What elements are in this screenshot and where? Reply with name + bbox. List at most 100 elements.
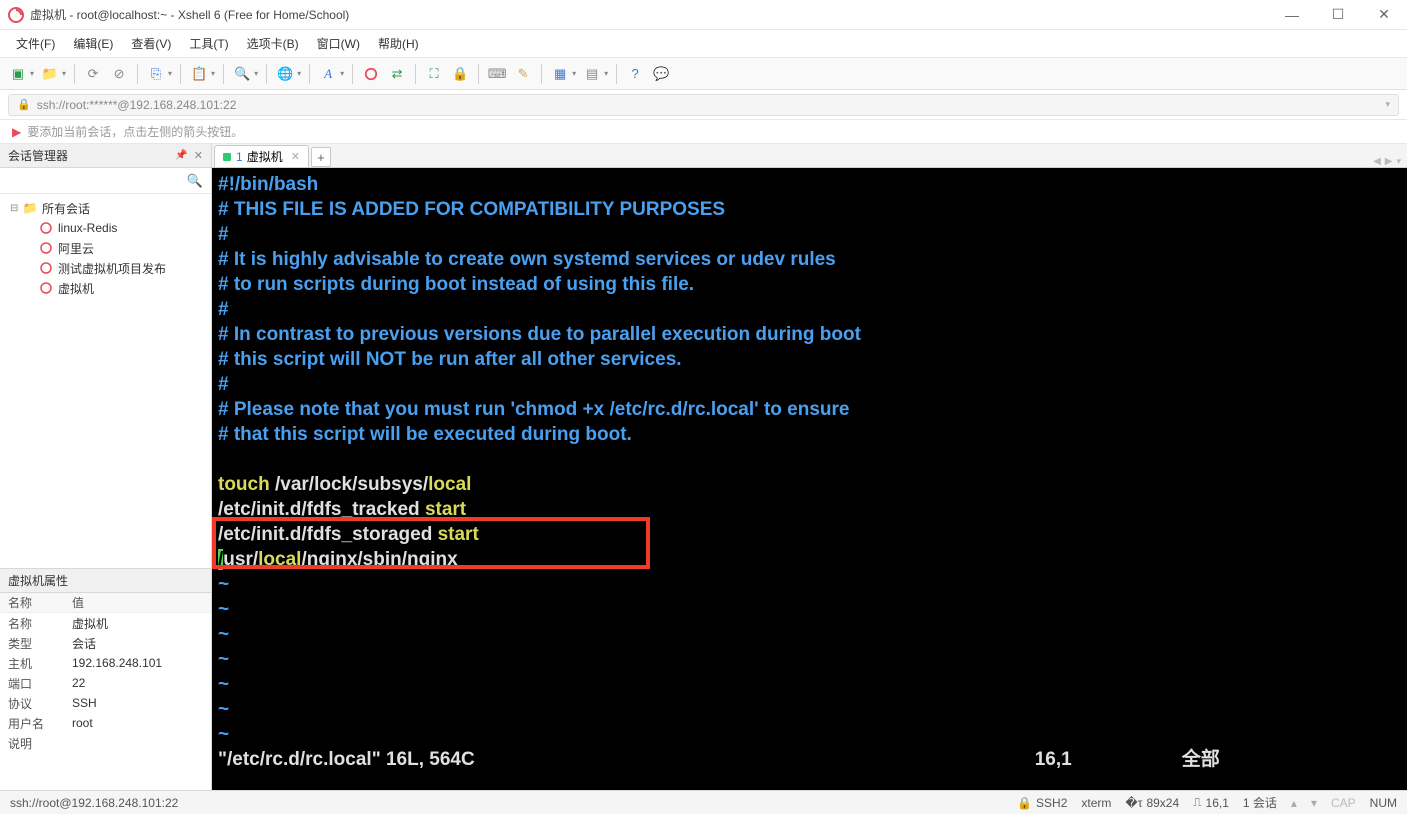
props-panel-title: 虚拟机属性 (8, 572, 68, 589)
tab-prev-icon[interactable]: ◀ (1373, 156, 1381, 167)
session-icon (38, 242, 54, 254)
help-icon[interactable]: ? (625, 64, 645, 84)
term-line: /etc/init.d/fdfs_tracked start (218, 497, 1401, 522)
status-size: �τ89x24 (1125, 796, 1179, 810)
tree-root-label: 所有会话 (42, 200, 90, 217)
term-line: /etc/init.d/fdfs_storaged start (218, 522, 1401, 547)
address-dropdown-icon[interactable]: ▾ (1385, 99, 1390, 110)
session-item[interactable]: linux-Redis (0, 218, 211, 238)
tab-close-icon[interactable]: ✕ (291, 150, 300, 163)
term-line (218, 447, 1401, 472)
reconnect-icon[interactable]: ⟳ (83, 64, 103, 84)
xftp-icon[interactable]: ⇄ (387, 64, 407, 84)
lock-icon[interactable]: 🔒 (450, 64, 470, 84)
term-line: # In contrast to previous versions due t… (218, 322, 1401, 347)
disconnect-icon[interactable]: ⊘ (109, 64, 129, 84)
new-tab-button[interactable]: + (311, 147, 331, 167)
statusbar: ssh://root@192.168.248.101:22 🔒SSH2 xter… (0, 790, 1407, 814)
tab-session[interactable]: 1 虚拟机 ✕ (214, 145, 309, 167)
term-line: touch /var/lock/subsys/local (218, 472, 1401, 497)
search-icon: 🔍 (187, 173, 203, 189)
menu-tab[interactable]: 选项卡(B) (247, 35, 299, 52)
pin-icon[interactable]: 📌 (175, 150, 187, 161)
term-tilde: ~ (218, 722, 1401, 747)
paste-icon[interactable]: 📋 (189, 64, 209, 84)
copy-icon[interactable]: ⎘ (146, 64, 166, 84)
highlight-icon[interactable]: ✎ (513, 64, 533, 84)
term-tilde: ~ (218, 622, 1401, 647)
open-folder-icon[interactable]: 📁 (40, 64, 60, 84)
main-area: 1 虚拟机 ✕ + ◀ ▶ ▾ #!/bin/bash # THIS FILE … (212, 144, 1407, 790)
menu-file[interactable]: 文件(F) (16, 35, 55, 52)
panel-close-icon[interactable]: ✕ (194, 149, 203, 162)
address-text: ssh://root:******@192.168.248.101:22 (37, 98, 237, 112)
session-item[interactable]: 测试虚拟机项目发布 (0, 258, 211, 278)
term-line: #!/bin/bash (218, 172, 1401, 197)
connected-dot-icon (223, 153, 231, 161)
term-line: # (218, 297, 1401, 322)
tile-icon[interactable]: ▦ (550, 64, 570, 84)
term-line: # this script will NOT be run after all … (218, 347, 1401, 372)
minimize-button[interactable]: — (1269, 0, 1315, 30)
term-line: /usr/local/nginx/sbin/nginx (218, 547, 1401, 572)
close-button[interactable]: ✕ (1361, 0, 1407, 30)
find-icon[interactable]: 🔍 (232, 64, 252, 84)
feedback-icon[interactable]: 💬 (651, 64, 671, 84)
session-icon (38, 222, 54, 234)
terminal[interactable]: #!/bin/bash # THIS FILE IS ADDED FOR COM… (212, 168, 1407, 790)
keyboard-icon[interactable]: ⌨ (487, 64, 507, 84)
status-term: xterm (1081, 796, 1111, 810)
menubar: 文件(F) 编辑(E) 查看(V) 工具(T) 选项卡(B) 窗口(W) 帮助(… (0, 30, 1407, 58)
props-row: 端口22 (0, 673, 211, 693)
status-num: NUM (1370, 796, 1397, 810)
menu-help[interactable]: 帮助(H) (378, 35, 419, 52)
term-tilde: ~ (218, 647, 1401, 672)
tree-root[interactable]: ⊟ 📁 所有会话 (0, 198, 211, 218)
status-cap: CAP (1331, 796, 1356, 810)
address-input[interactable]: 🔒 ssh://root:******@192.168.248.101:22 ▾ (8, 94, 1399, 116)
status-down-icon[interactable]: ▾ (1311, 796, 1317, 810)
tab-next-icon[interactable]: ▶ (1385, 156, 1393, 167)
props-header-value: 值 (72, 594, 211, 611)
cascade-icon[interactable]: ▤ (582, 64, 602, 84)
menu-window[interactable]: 窗口(W) (317, 35, 360, 52)
folder-icon: 📁 (22, 201, 38, 215)
session-item[interactable]: 虚拟机 (0, 278, 211, 298)
props-header-row: 名称 值 (0, 593, 211, 613)
menu-view[interactable]: 查看(V) (131, 35, 171, 52)
term-line: # (218, 222, 1401, 247)
session-label: 阿里云 (58, 240, 94, 257)
props-panel-header: 虚拟机属性 (0, 569, 211, 593)
xshell-icon[interactable] (361, 64, 381, 84)
props-row: 说明 (0, 733, 211, 753)
pos-icon: ⎍ (1193, 795, 1201, 810)
font-icon[interactable]: A (318, 64, 338, 84)
lock-icon: 🔒 (1017, 796, 1032, 810)
session-label: 虚拟机 (58, 280, 94, 297)
props-table: 名称 值 名称虚拟机 类型会话 主机192.168.248.101 端口22 协… (0, 593, 211, 790)
titlebar: 虚拟机 - root@localhost:~ - Xshell 6 (Free … (0, 0, 1407, 30)
session-label: linux-Redis (58, 221, 117, 235)
menu-tools[interactable]: 工具(T) (189, 35, 228, 52)
term-line: # (218, 372, 1401, 397)
size-icon: �τ (1125, 796, 1142, 810)
props-row: 协议SSH (0, 693, 211, 713)
term-status-line: "/etc/rc.d/rc.local" 16L, 564C16,1全部 (218, 747, 1401, 772)
tab-label: 虚拟机 (247, 148, 283, 165)
status-up-icon[interactable]: ▴ (1291, 796, 1297, 810)
tree-collapse-icon[interactable]: ⊟ (10, 203, 22, 214)
session-search[interactable]: 🔍 (0, 168, 211, 194)
session-icon (38, 282, 54, 294)
tab-menu-icon[interactable]: ▾ (1396, 156, 1401, 167)
new-session-icon[interactable]: ▣ (8, 64, 28, 84)
tab-number: 1 (236, 150, 243, 164)
menu-edit[interactable]: 编辑(E) (73, 35, 113, 52)
sidebar: 会话管理器 📌 ✕ 🔍 ⊟ 📁 所有会话 linux-Redis 阿里云 (0, 144, 212, 790)
session-item[interactable]: 阿里云 (0, 238, 211, 258)
status-pos: ⎍16,1 (1193, 795, 1229, 810)
maximize-button[interactable]: ☐ (1315, 0, 1361, 30)
globe-icon[interactable]: 🌐 (275, 64, 295, 84)
fullscreen-icon[interactable]: ⛶ (424, 64, 444, 84)
session-tree: ⊟ 📁 所有会话 linux-Redis 阿里云 测试虚拟机项目发布 虚拟机 (0, 194, 211, 568)
session-label: 测试虚拟机项目发布 (58, 260, 166, 277)
